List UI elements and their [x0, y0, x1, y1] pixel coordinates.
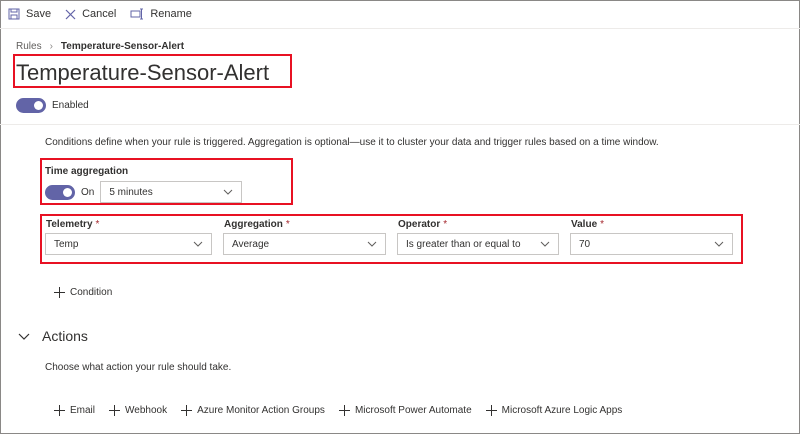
value-dropdown[interactable]: 70 [570, 233, 733, 255]
add-webhook-action[interactable]: Webhook [109, 405, 167, 416]
operator-label-text: Operator [398, 219, 441, 230]
chevron-right-icon: › [49, 41, 53, 52]
aggregation-label: Aggregation * [224, 219, 290, 230]
aggregation-value: Average [232, 238, 270, 250]
time-window-dropdown[interactable]: 5 minutes [100, 181, 243, 203]
plus-icon [181, 405, 193, 416]
time-aggregation-row: On 5 minutes [45, 181, 243, 203]
aggregation-dropdown[interactable]: Average [223, 233, 386, 255]
breadcrumb-rules-link[interactable]: Rules [16, 41, 42, 52]
command-bar: Save Cancel Rename [0, 0, 800, 29]
aggregation-label-text: Aggregation [224, 219, 283, 230]
chevron-down-icon [18, 333, 30, 340]
required-marker: * [95, 219, 100, 230]
add-condition-label: Condition [70, 287, 113, 298]
cancel-label: Cancel [82, 8, 117, 20]
rename-icon [130, 8, 144, 20]
telemetry-label: Telemetry * [46, 219, 99, 230]
chevron-down-icon [223, 189, 233, 195]
actions-title: Actions [42, 328, 88, 344]
required-marker: * [285, 219, 290, 230]
telemetry-dropdown[interactable]: Temp [45, 233, 212, 255]
save-button[interactable]: Save [8, 8, 51, 20]
plus-icon [338, 405, 350, 416]
actions-description: Choose what action your rule should take… [45, 362, 232, 373]
add-action-groups-action[interactable]: Azure Monitor Action Groups [181, 405, 325, 416]
required-marker: * [600, 219, 605, 230]
operator-dropdown[interactable]: Is greater than or equal to [397, 233, 559, 255]
save-label: Save [26, 8, 52, 20]
header-divider [0, 124, 800, 125]
time-aggregation-label: Time aggregation [45, 166, 129, 177]
enabled-toggle[interactable] [16, 98, 46, 113]
required-marker: * [443, 219, 448, 230]
enabled-label: Enabled [52, 100, 89, 111]
value-label: Value * [571, 219, 604, 230]
rename-button[interactable]: Rename [130, 8, 192, 20]
value-value: 70 [579, 238, 591, 250]
rename-label: Rename [150, 8, 192, 20]
value-label-text: Value [571, 219, 598, 230]
operator-value: Is greater than or equal to [406, 238, 521, 250]
chevron-down-icon [714, 241, 724, 247]
time-aggregation-toggle-label: On [81, 186, 95, 198]
webhook-action-label: Webhook [125, 405, 168, 416]
close-icon [65, 9, 76, 19]
highlight-title [13, 54, 292, 88]
power-automate-label: Microsoft Power Automate [354, 405, 472, 416]
save-icon [8, 8, 20, 20]
chevron-down-icon [367, 241, 377, 247]
email-action-label: Email [70, 405, 96, 416]
breadcrumb: Rules › Temperature-Sensor-Alert [16, 41, 184, 52]
add-power-automate-action[interactable]: Microsoft Power Automate [338, 405, 472, 416]
breadcrumb-current: Temperature-Sensor-Alert [60, 41, 185, 52]
plus-icon [109, 405, 121, 416]
plus-icon [485, 405, 497, 416]
telemetry-label-text: Telemetry [46, 219, 93, 230]
plus-icon [54, 287, 65, 298]
action-links: Email Webhook Azure Monitor Action Group… [54, 405, 636, 416]
logic-apps-label: Microsoft Azure Logic Apps [501, 405, 623, 416]
add-condition-button[interactable]: Condition [54, 287, 112, 298]
plus-icon [54, 405, 65, 416]
action-groups-label: Azure Monitor Action Groups [197, 405, 325, 416]
time-window-value: 5 minutes [109, 186, 153, 198]
time-aggregation-toggle[interactable] [45, 184, 75, 200]
chevron-down-icon [540, 241, 550, 247]
operator-label: Operator * [398, 219, 447, 230]
actions-header[interactable]: Actions [18, 328, 88, 344]
conditions-description: Conditions define when your rule is trig… [45, 137, 659, 148]
add-logic-apps-action[interactable]: Microsoft Azure Logic Apps [485, 405, 623, 416]
chevron-down-icon [193, 241, 203, 247]
add-email-action[interactable]: Email [54, 405, 95, 416]
telemetry-value: Temp [54, 238, 79, 250]
cancel-button[interactable]: Cancel [65, 8, 116, 20]
enabled-row: Enabled [16, 98, 89, 113]
